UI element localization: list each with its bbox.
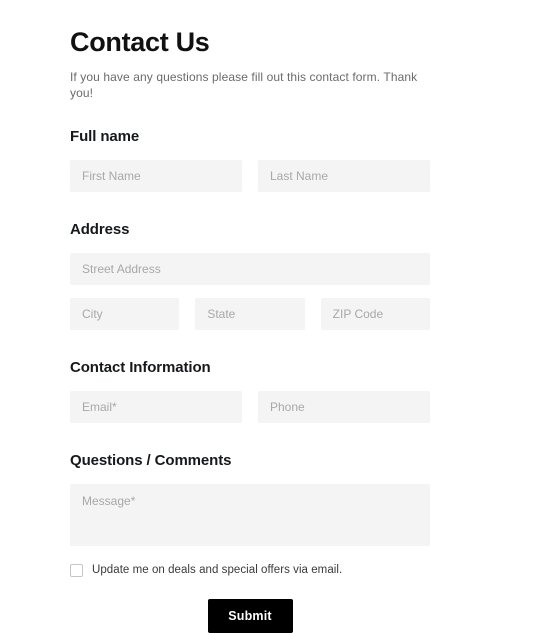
email-optin-row[interactable]: Update me on deals and special offers vi…	[70, 546, 430, 577]
submit-row: Submit	[70, 577, 430, 633]
zip-code-input[interactable]	[320, 298, 430, 330]
last-name-input[interactable]	[258, 160, 430, 192]
contact-form-page: Contact Us If you have any questions ple…	[0, 0, 534, 633]
submit-button[interactable]: Submit	[207, 599, 293, 633]
city-state-zip-row	[70, 285, 430, 330]
message-column	[70, 484, 430, 546]
page-title: Contact Us	[70, 27, 210, 57]
city-column	[70, 298, 180, 330]
email-optin-checkbox[interactable]	[70, 563, 83, 577]
full-name-row	[70, 146, 430, 192]
page-subtitle: If you have any questions please fill ou…	[70, 70, 418, 100]
first-name-input[interactable]	[70, 160, 242, 192]
section-heading-contact-information: Contact Information	[70, 359, 211, 376]
street-address-input[interactable]	[70, 253, 430, 285]
zip-code-column	[320, 298, 430, 330]
street-address-column	[70, 253, 430, 285]
message-textarea[interactable]	[70, 484, 430, 546]
email-column	[70, 391, 242, 423]
contact-form: Contact Us If you have any questions ple…	[70, 0, 430, 633]
state-input[interactable]	[195, 298, 305, 330]
state-column	[195, 298, 305, 330]
section-heading-questions-comments: Questions / Comments	[70, 452, 232, 469]
phone-input[interactable]	[258, 391, 430, 423]
street-address-row	[70, 239, 430, 285]
last-name-column	[258, 160, 430, 192]
email-optin-label: Update me on deals and special offers vi…	[92, 564, 343, 576]
section-heading-address: Address	[70, 221, 130, 238]
contact-information-row	[70, 377, 430, 423]
email-input[interactable]	[70, 391, 242, 423]
first-name-column	[70, 160, 242, 192]
phone-column	[258, 391, 430, 423]
message-row	[70, 470, 430, 546]
city-input[interactable]	[70, 298, 180, 330]
section-heading-full-name: Full name	[70, 128, 140, 145]
